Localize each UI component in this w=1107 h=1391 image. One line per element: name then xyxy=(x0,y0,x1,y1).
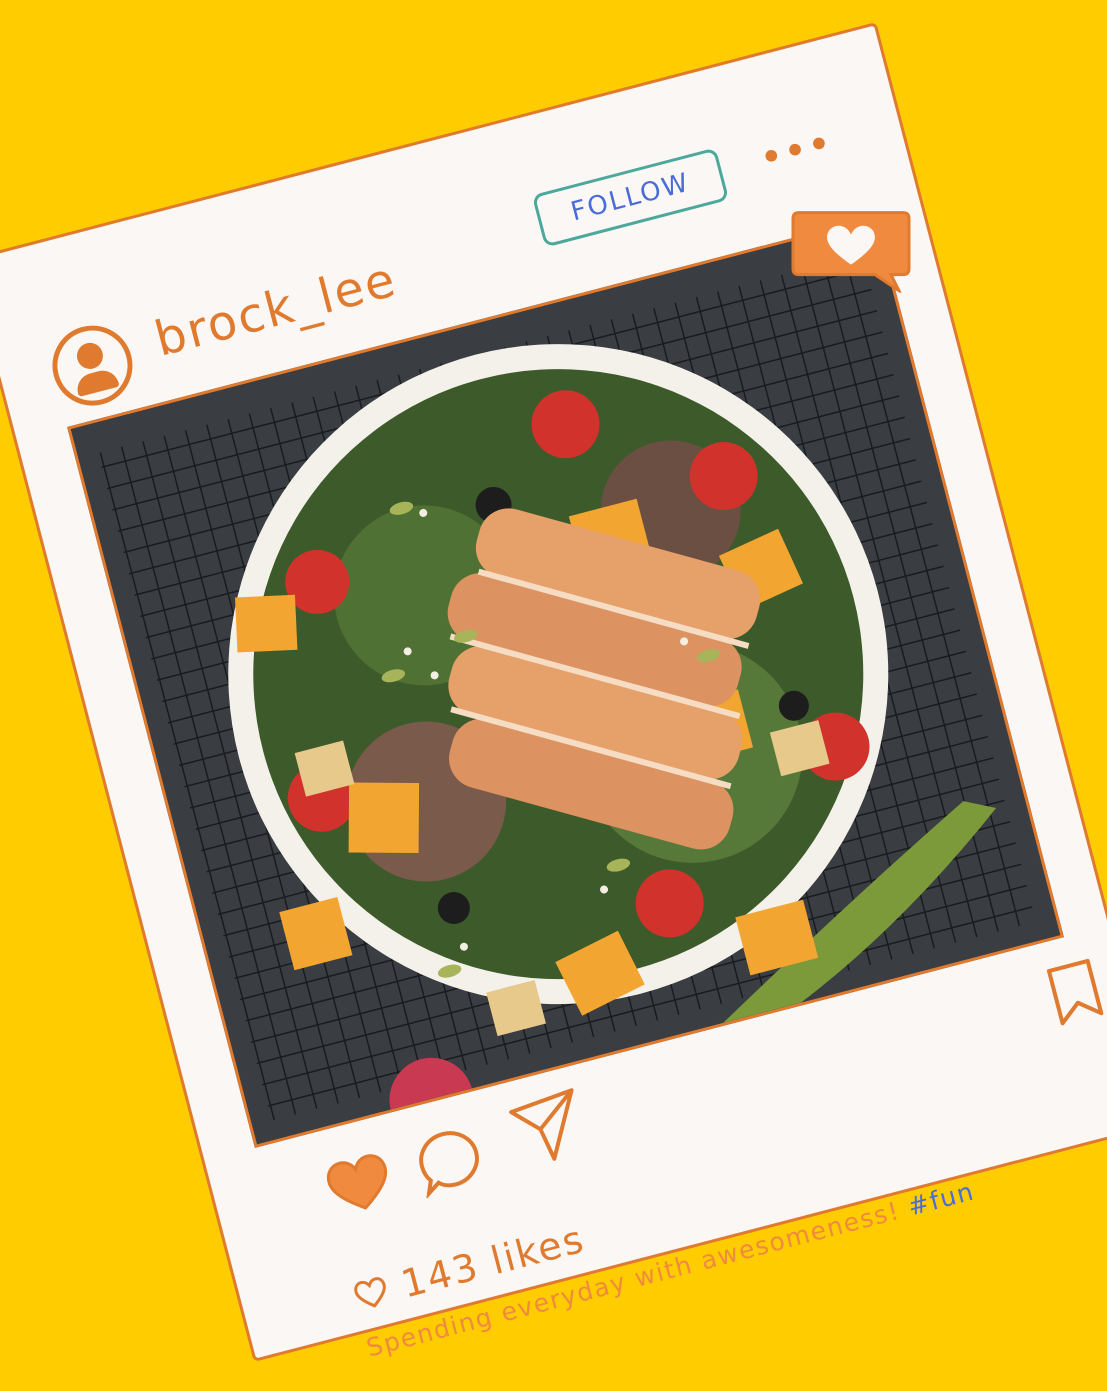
user-avatar-icon[interactable] xyxy=(43,316,142,415)
instagram-post-card: brock_lee FOLLOW ••• 143 likes Spending … xyxy=(0,21,1107,1363)
heart-icon[interactable] xyxy=(319,1145,400,1220)
heart-notification-icon xyxy=(791,211,911,293)
comment-icon[interactable] xyxy=(411,1122,489,1199)
post-photo xyxy=(67,216,1064,1148)
send-icon[interactable] xyxy=(505,1085,592,1171)
more-options-icon[interactable]: ••• xyxy=(755,120,838,183)
heart-outline-icon xyxy=(354,1277,386,1308)
hashtag-link[interactable]: #fun xyxy=(905,1177,978,1222)
follow-button[interactable]: FOLLOW xyxy=(531,147,730,248)
bookmark-icon[interactable] xyxy=(1043,956,1107,1029)
